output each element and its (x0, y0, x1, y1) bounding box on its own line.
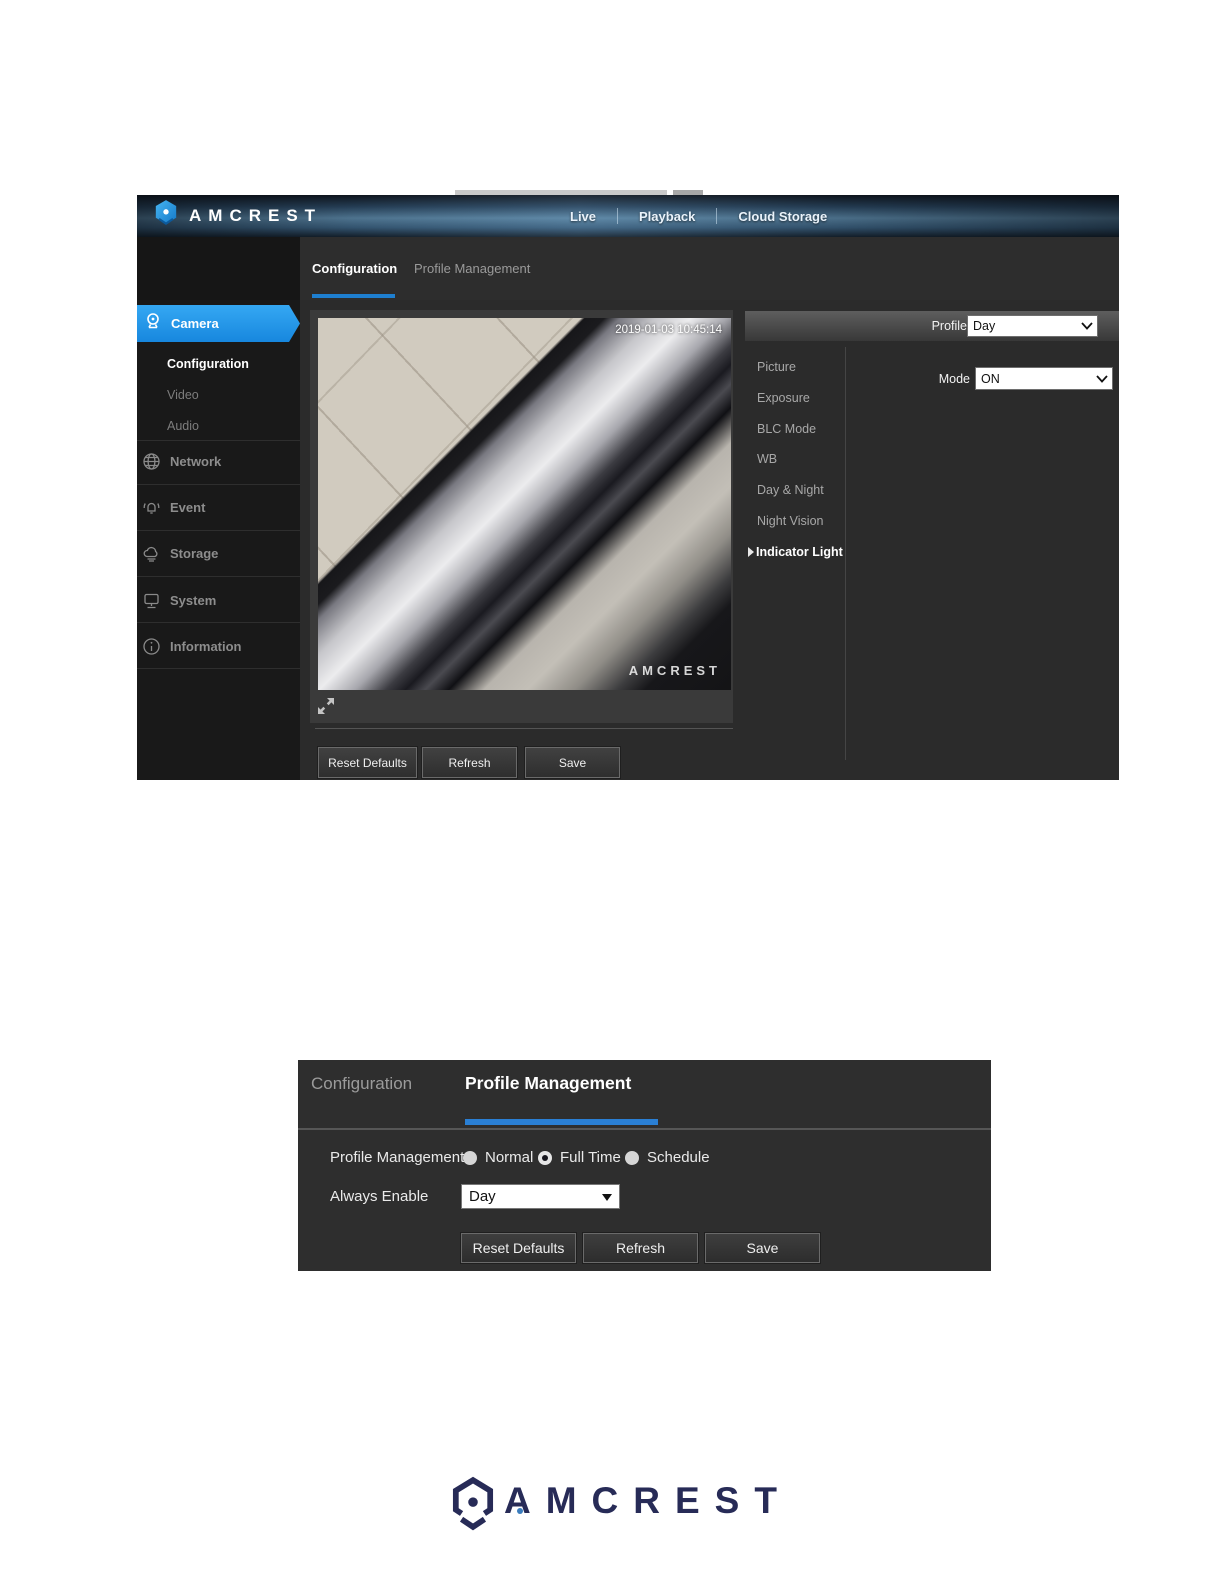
settings-menu-night-vision[interactable]: Night Vision (757, 514, 823, 528)
settings-menu-active-label: Indicator Light (756, 545, 843, 559)
network-globe-icon (142, 452, 162, 471)
mode-label: Mode (938, 372, 970, 386)
footer-brand: AMCREST (448, 1472, 808, 1538)
section-divider (315, 728, 733, 729)
sidebar-divider (137, 622, 300, 623)
sidebar-divider (137, 484, 300, 485)
refresh-button[interactable]: Refresh (582, 1232, 699, 1264)
tab-profile-management[interactable]: Profile Management (414, 261, 530, 276)
sidebar-divider (137, 530, 300, 531)
sidebar-item-information[interactable]: Information (137, 634, 300, 658)
information-icon (142, 637, 162, 656)
header-brand: AMCREST (153, 195, 322, 237)
sidebar-item-camera[interactable]: Camera (137, 305, 300, 342)
camera-icon (144, 312, 162, 335)
event-bell-icon (142, 498, 162, 517)
mode-select[interactable]: ON (975, 367, 1113, 390)
tab-configuration[interactable]: Configuration (312, 261, 397, 276)
chevron-down-icon (1096, 372, 1108, 386)
tab-configuration[interactable]: Configuration (311, 1074, 412, 1094)
radio-normal-label[interactable]: Normal (485, 1149, 533, 1166)
radio-normal[interactable] (463, 1151, 477, 1165)
dropdown-arrow-icon (602, 1194, 612, 1201)
always-enable-label: Always Enable (330, 1188, 429, 1205)
profile-management-label: Profile Management (330, 1149, 465, 1166)
profile-management-screenshot: Configuration Profile Management Profile… (298, 1060, 991, 1271)
reset-defaults-button[interactable]: Reset Defaults (460, 1232, 577, 1264)
reset-defaults-button[interactable]: Reset Defaults (317, 746, 418, 779)
profile-label: Profile (931, 319, 967, 333)
video-timestamp: 2019-01-03 10:45:14 (615, 324, 722, 336)
sidebar-item-system[interactable]: System (137, 588, 300, 612)
settings-menu-divider (845, 347, 846, 760)
active-item-arrow-icon (748, 547, 754, 557)
video-watermark: AMCREST (628, 663, 721, 678)
sidebar: Camera Configuration Video Audio Network (137, 300, 300, 780)
profile-select-value: Day (973, 319, 996, 333)
settings-menu-indicator-light[interactable]: Indicator Light (748, 545, 843, 559)
camera-config-screenshot: AMCREST Live Playback Cloud Storage Conf… (137, 195, 1119, 780)
sidebar-item-label: Camera (171, 316, 219, 331)
settings-menu-wb[interactable]: WB (757, 452, 777, 466)
logo-accent-dot (517, 1508, 523, 1514)
sidebar-item-label: Storage (170, 545, 219, 561)
document-page: AMCREST Live Playback Cloud Storage Conf… (0, 0, 1224, 1584)
sidebar-subitem-audio[interactable]: Audio (167, 419, 199, 433)
expand-arrows-icon[interactable] (315, 695, 337, 722)
sidebar-item-label: Network (170, 453, 222, 469)
brand-wordmark: AMCREST (504, 1480, 792, 1521)
live-video-frame: 2019-01-03 10:45:14 AMCREST (318, 318, 731, 690)
header-nav: Live Playback Cloud Storage (549, 195, 848, 237)
always-enable-select[interactable]: Day (461, 1184, 620, 1209)
sidebar-item-label: Information (170, 638, 242, 654)
save-button[interactable]: Save (524, 746, 621, 779)
tab-divider (298, 1128, 991, 1130)
profile-header-bar: Profile Day (745, 311, 1119, 341)
sidebar-subitem-video[interactable]: Video (167, 388, 199, 402)
brand-wordmark: AMCREST (189, 206, 323, 225)
sidebar-divider (137, 440, 300, 441)
settings-menu-exposure[interactable]: Exposure (757, 391, 810, 405)
nav-live[interactable]: Live (549, 209, 617, 224)
tab-bar: Configuration Profile Management (300, 237, 1119, 300)
mode-select-value: ON (981, 371, 1000, 386)
sidebar-item-network[interactable]: Network (137, 449, 300, 473)
amcrest-hexagon-logo-icon (153, 199, 179, 234)
sidebar-item-label: Event (170, 499, 206, 515)
active-tab-underline (312, 294, 395, 298)
sidebar-item-event[interactable]: Event (137, 495, 300, 519)
sidebar-divider (137, 668, 300, 669)
save-button[interactable]: Save (704, 1232, 821, 1264)
storage-cloud-icon (142, 544, 162, 563)
radio-full-time-label[interactable]: Full Time (560, 1149, 621, 1166)
radio-schedule-label[interactable]: Schedule (647, 1149, 710, 1166)
nav-playback[interactable]: Playback (618, 209, 716, 224)
chevron-down-icon (1081, 319, 1093, 333)
sidebar-top-spacer (137, 237, 300, 300)
settings-menu-blc-mode[interactable]: BLC Mode (757, 422, 816, 436)
sidebar-divider (137, 576, 300, 577)
sidebar-item-storage[interactable]: Storage (137, 541, 300, 565)
sidebar-item-label: System (170, 592, 217, 608)
video-preview-panel: 2019-01-03 10:45:14 AMCREST (310, 310, 733, 723)
settings-menu-picture[interactable]: Picture (757, 360, 796, 374)
amcrest-hexagon-logo-icon (452, 1475, 494, 1538)
radio-full-time[interactable] (538, 1151, 552, 1165)
refresh-button[interactable]: Refresh (421, 746, 518, 779)
nav-cloud-storage[interactable]: Cloud Storage (717, 209, 848, 224)
system-monitor-icon (142, 591, 162, 610)
radio-schedule[interactable] (625, 1151, 639, 1165)
sidebar-subitem-configuration[interactable]: Configuration (167, 357, 249, 371)
video-content (318, 318, 731, 690)
settings-menu-day-night[interactable]: Day & Night (757, 483, 824, 497)
profile-select[interactable]: Day (967, 315, 1098, 337)
preview-toolbar (310, 690, 733, 723)
active-tab-underline (465, 1119, 658, 1125)
always-enable-value: Day (469, 1188, 496, 1205)
tab-profile-management[interactable]: Profile Management (465, 1073, 631, 1094)
